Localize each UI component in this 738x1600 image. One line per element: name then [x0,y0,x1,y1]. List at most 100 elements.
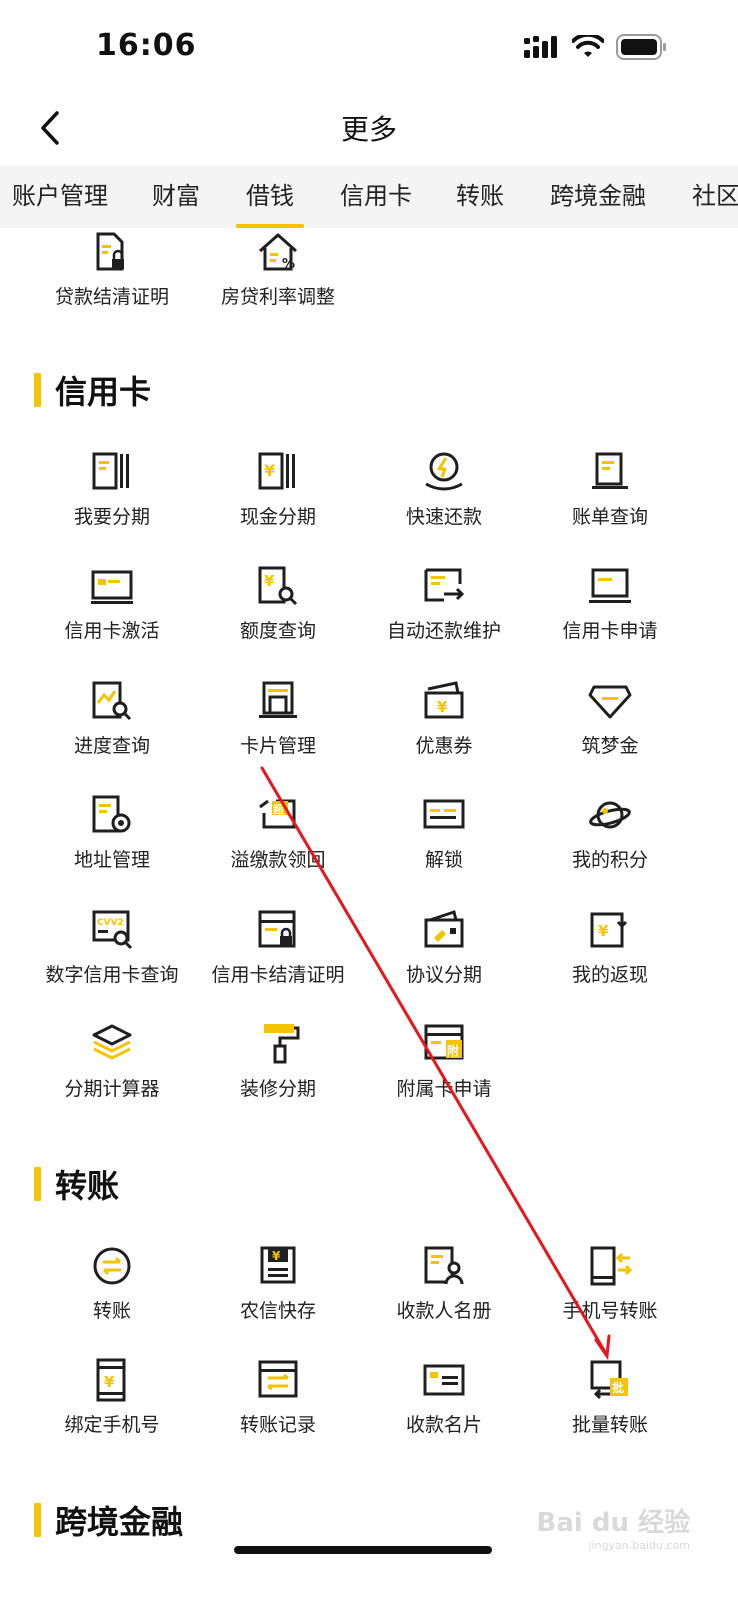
menu-item-label: 手机号转账 [562,1300,658,1322]
home-indicator [234,1546,492,1554]
menu-item-label: 信用卡激活 [64,620,160,643]
menu-item[interactable]: 账单查询 [525,450,695,550]
menu-item[interactable]: 收款人名册 [359,1244,529,1344]
transfer-circle-icon [90,1244,134,1288]
menu-item[interactable]: ¥ 额度查询 [193,564,363,664]
svg-text:附: 附 [447,1043,459,1058]
menu-item-label: 收款人名册 [396,1300,492,1322]
phone-transfer-icon [588,1244,632,1288]
menu-item-label: 数字信用卡查询 [45,963,179,986]
active-tab-indicator [236,224,304,228]
cvv2-query-icon: CVV2 [90,908,134,952]
house-percent-icon: % [256,230,300,274]
watermark: Bai du 经验 jingyan.baidu.com [537,1502,691,1552]
menu-item[interactable]: 筑梦金 [525,679,695,779]
menu-item[interactable]: 协议分期 [359,908,529,1008]
section-accent-bar [34,1167,41,1201]
menu-item[interactable]: 分期计算器 [27,1022,197,1122]
menu-item-label: 卡片管理 [239,734,316,757]
menu-item[interactable]: 附附属卡申请 [359,1022,529,1122]
section-title-cross-border: 跨境金融 [34,1500,183,1541]
address-gear-icon [90,793,134,837]
svg-text:¥: ¥ [264,572,275,590]
agreement-installment-icon [422,908,466,952]
status-icons [524,34,668,60]
menu-item-label: 现金分期 [239,506,316,528]
menu-item[interactable]: ¥ 我的返现 [525,908,695,1008]
menu-item[interactable]: CVV2 数字信用卡查询 [27,908,197,1008]
menu-item-label: 农信快存 [239,1300,316,1322]
tab-cross-border[interactable]: 跨境金融 [550,166,646,228]
cash-installment-icon: ¥ [256,450,300,494]
bind-phone-icon: ¥ [90,1358,134,1402]
menu-item[interactable]: ¥ 农信快存 [193,1244,363,1344]
planet-icon [588,793,632,837]
menu-item[interactable]: ¥ 优惠券 [359,679,529,779]
menu-item[interactable]: 我要分期 [27,450,197,550]
menu-item-label: 协议分期 [405,963,482,986]
svg-text:超: 超 [272,802,285,816]
menu-item[interactable]: 自动还款维护 [359,564,529,664]
coupon-icon: ¥ [422,679,466,723]
menu-item-label: 地址管理 [73,849,150,872]
menu-item[interactable]: 手机号转账 [525,1244,695,1344]
menu-item-label: 账单查询 [571,506,648,528]
menu-item[interactable]: 地址管理 [27,793,197,893]
menu-item-label: 附属卡申请 [396,1078,492,1100]
menu-item[interactable]: 转账 [27,1244,197,1344]
overpay-icon: 超 [256,793,300,837]
menu-item-label: 信用卡申请 [562,620,658,643]
category-tabs: 账户管理 财富 借钱 信用卡 转账 跨境金融 社区 [0,166,738,228]
menu-item[interactable]: 超溢缴款领回 [193,793,363,893]
menu-item[interactable]: ¥ 现金分期 [193,450,363,550]
payee-list-icon [422,1244,466,1288]
card-manage-icon [256,679,300,723]
menu-item-label: 我的积分 [571,849,648,872]
menu-item[interactable]: 转账记录 [193,1358,363,1458]
supplementary-card-icon: 附 [422,1022,466,1066]
menu-item[interactable]: 解锁 [359,793,529,893]
tab-transfer[interactable]: 转账 [456,166,504,228]
menu-item-label: 绑定手机号 [64,1414,160,1436]
menu-item-label: 分期计算器 [64,1078,160,1100]
card-activate-icon [90,564,134,608]
menu-item[interactable]: 信用卡结清证明 [193,908,363,1008]
progress-query-icon [90,679,134,723]
nav-bar: 更多 [0,96,738,162]
svg-text:¥: ¥ [598,922,609,940]
menu-item-label: 我要分期 [73,506,150,528]
menu-item-label: 我的返现 [571,963,648,986]
battery-icon [616,34,666,60]
tab-credit-card[interactable]: 信用卡 [340,166,412,228]
menu-item[interactable]: 收款名片 [359,1358,529,1458]
tab-account[interactable]: 账户管理 [12,166,108,228]
document-lock-icon [90,230,134,274]
paint-roller-icon [256,1022,300,1066]
menu-item[interactable]: 进度查询 [27,679,197,779]
watermark-url: jingyan.baidu.com [588,1539,690,1552]
limit-query-icon: ¥ [256,564,300,608]
tab-community[interactable]: 社区 [692,166,738,228]
menu-item-label: 信用卡结清证明 [211,963,345,986]
menu-item-label: 自动还款维护 [386,620,501,643]
menu-item[interactable]: 卡片管理 [193,679,363,779]
menu-item-label: 额度查询 [239,620,316,643]
wifi-icon [572,35,604,57]
menu-item-loan-settlement[interactable]: 贷款结清证明 [27,230,197,330]
menu-item[interactable]: 信用卡申请 [525,564,695,664]
menu-item[interactable]: 我的积分 [525,793,695,893]
menu-item[interactable]: 装修分期 [193,1022,363,1122]
menu-item[interactable]: 批批量转账 [525,1358,695,1458]
quick-deposit-icon: ¥ [256,1244,300,1288]
menu-item[interactable]: ¥ 绑定手机号 [27,1358,197,1458]
svg-text:¥: ¥ [272,1249,281,1263]
menu-item-label: 装修分期 [239,1078,316,1100]
status-time: 16:06 [96,28,197,63]
menu-item[interactable]: 快速还款 [359,450,529,550]
auto-repay-icon [422,564,466,608]
payment-card-icon [422,1358,466,1402]
tab-borrow[interactable]: 借钱 [246,166,294,228]
menu-item[interactable]: 信用卡激活 [27,564,197,664]
tab-wealth[interactable]: 财富 [152,166,200,228]
menu-item-mortgage-rate[interactable]: % 房贷利率调整 [193,230,363,330]
